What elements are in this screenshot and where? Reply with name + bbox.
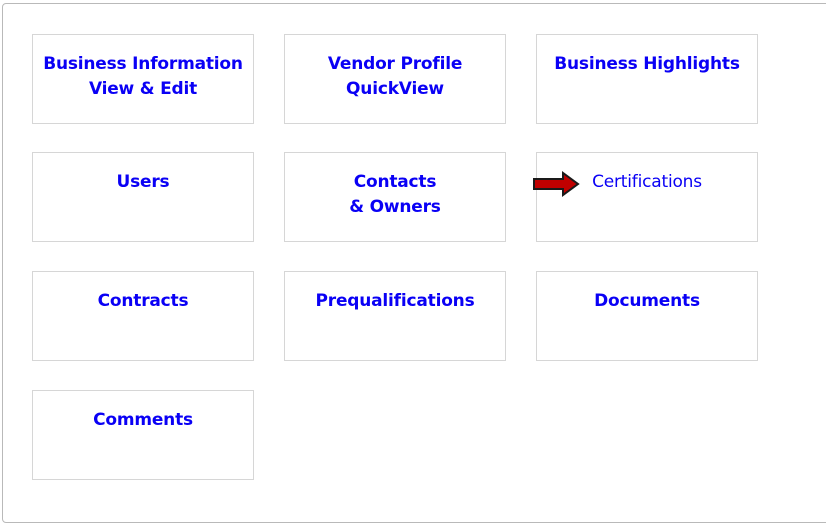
tile-contacts-owners-label[interactable]: Contacts & Owners <box>285 170 505 220</box>
tile-business-information[interactable]: Business Information View & Edit <box>32 34 254 124</box>
tile-comments[interactable]: Comments <box>32 390 254 480</box>
tile-prequalifications[interactable]: Prequalifications <box>284 271 506 361</box>
tile-vendor-profile[interactable]: Vendor Profile QuickView <box>284 34 506 124</box>
tile-comments-label[interactable]: Comments <box>33 408 253 433</box>
tile-vendor-profile-label[interactable]: Vendor Profile QuickView <box>285 52 505 102</box>
tile-documents[interactable]: Documents <box>536 271 758 361</box>
tile-business-information-label[interactable]: Business Information View & Edit <box>33 52 253 102</box>
tile-certifications[interactable]: Certifications <box>536 152 758 242</box>
tile-business-highlights[interactable]: Business Highlights <box>536 34 758 124</box>
tile-business-highlights-label[interactable]: Business Highlights <box>537 52 757 77</box>
tile-users-label[interactable]: Users <box>33 170 253 195</box>
tile-users[interactable]: Users <box>32 152 254 242</box>
right-arrow-icon-shape <box>533 171 580 197</box>
tile-contracts[interactable]: Contracts <box>32 271 254 361</box>
tile-prequalifications-label[interactable]: Prequalifications <box>285 289 505 314</box>
tile-contacts-owners[interactable]: Contacts & Owners <box>284 152 506 242</box>
tile-contracts-label[interactable]: Contracts <box>33 289 253 314</box>
right-arrow-icon <box>533 171 580 197</box>
tile-documents-label[interactable]: Documents <box>537 289 757 314</box>
